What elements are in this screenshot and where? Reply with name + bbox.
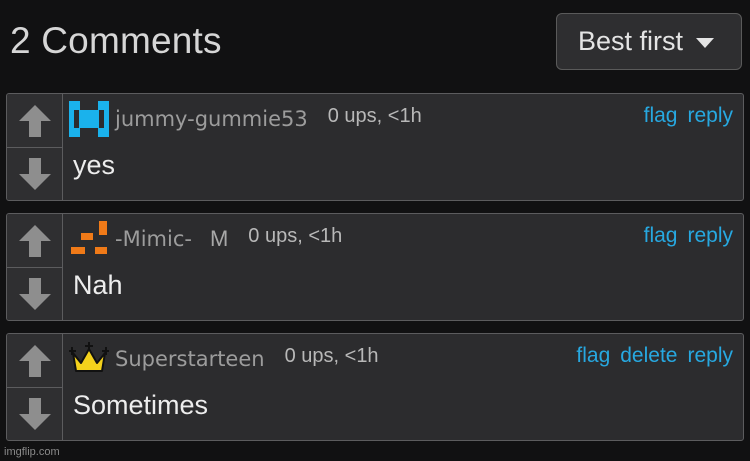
arrow-up-icon bbox=[18, 344, 51, 377]
vote-column bbox=[7, 334, 63, 440]
arrow-up-icon bbox=[18, 104, 51, 137]
comment-stats: 0 ups, <1h bbox=[284, 344, 379, 367]
flag-link[interactable]: flag bbox=[644, 104, 678, 128]
comment-card: Superstarteen 0 ups, <1h flag delete rep… bbox=[6, 333, 744, 441]
chevron-down-icon bbox=[696, 38, 715, 48]
comment-text: yes bbox=[73, 150, 116, 180]
comment-stats: 0 ups, <1h bbox=[327, 104, 422, 127]
downvote-button[interactable] bbox=[7, 147, 62, 200]
arrow-down-icon bbox=[18, 397, 51, 430]
comment-card: -Mimic- M 0 ups, <1h flag reply Nah bbox=[6, 213, 744, 321]
reply-link[interactable]: reply bbox=[687, 104, 733, 128]
flag-link[interactable]: flag bbox=[576, 344, 610, 368]
sort-dropdown[interactable]: Best first bbox=[556, 13, 742, 70]
arrow-up-icon bbox=[18, 224, 51, 257]
comment-card: jummy-gummie53 0 ups, <1h flag reply yes bbox=[6, 93, 744, 201]
watermark: imgflip.com bbox=[4, 446, 60, 458]
upvote-button[interactable] bbox=[7, 334, 62, 388]
delete-link[interactable]: delete bbox=[620, 344, 677, 368]
comment-actions: flag delete reply bbox=[576, 344, 733, 368]
arrow-down-icon bbox=[18, 277, 51, 310]
vote-column bbox=[7, 214, 63, 320]
reply-link[interactable]: reply bbox=[687, 344, 733, 368]
comment-username[interactable]: -Mimic- bbox=[115, 227, 192, 251]
flag-link[interactable]: flag bbox=[644, 224, 678, 248]
reply-link[interactable]: reply bbox=[687, 224, 733, 248]
comment-username[interactable]: jummy-gummie53 bbox=[115, 107, 308, 131]
comment-text: Sometimes bbox=[73, 390, 209, 420]
sort-label: Best first bbox=[578, 26, 684, 56]
comment-actions: flag reply bbox=[644, 104, 733, 128]
comments-heading: 2 Comments bbox=[10, 20, 222, 61]
downvote-button[interactable] bbox=[7, 267, 62, 320]
pixel-bars-avatar-icon bbox=[71, 221, 107, 254]
comment-text: Nah bbox=[73, 270, 123, 300]
upvote-button[interactable] bbox=[7, 214, 62, 268]
upvote-button[interactable] bbox=[7, 94, 62, 148]
comment-actions: flag reply bbox=[644, 224, 733, 248]
pixel-x-avatar-icon bbox=[69, 101, 109, 137]
mod-badge: M bbox=[209, 226, 229, 251]
downvote-button[interactable] bbox=[7, 387, 62, 440]
comment-username[interactable]: Superstarteen bbox=[115, 347, 265, 371]
crown-avatar-icon bbox=[69, 342, 109, 372]
comment-meta: -Mimic- M 0 ups, <1h flag reply bbox=[69, 220, 733, 258]
vote-column bbox=[7, 94, 63, 200]
comment-meta: Superstarteen 0 ups, <1h flag delete rep… bbox=[69, 340, 733, 378]
arrow-down-icon bbox=[18, 157, 51, 190]
comment-meta: jummy-gummie53 0 ups, <1h flag reply bbox=[69, 100, 733, 138]
comment-stats: 0 ups, <1h bbox=[248, 224, 343, 247]
